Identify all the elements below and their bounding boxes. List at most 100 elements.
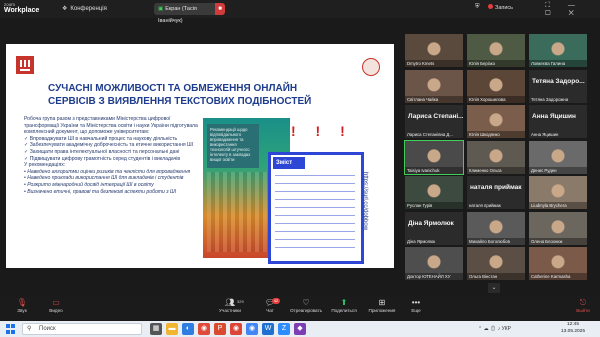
camera-off-icon: ▭ (52, 298, 60, 307)
clock-date: 13.05.2025 (560, 328, 585, 334)
audio-label: Звук (17, 308, 27, 313)
share-button[interactable]: ⬆ Поделиться (326, 298, 362, 313)
zoom-app-window: zoom Workplace ❖ Конференція ▣ Екран (Тасі… (0, 0, 600, 337)
participant-name: Ольга Вінстан (469, 274, 498, 279)
participant-tile[interactable]: Юлія Шкодянко (467, 105, 525, 138)
powerpoint-icon[interactable]: P (214, 323, 226, 335)
exclamation-marks: ! ! ! (291, 123, 353, 139)
participant-tile[interactable]: Діна Ярмолюк Діна Ярмолюк (405, 211, 463, 245)
record-indicator[interactable]: Запись (488, 3, 513, 14)
participant-tile[interactable]: Catherine Karmasha (529, 247, 587, 280)
chat-icon: 💬︎ (264, 298, 276, 307)
recommendation-item: • Наведено алгоритми оцінки ризиків та ч… (24, 168, 191, 175)
slide-bullet: ✓ Забезпечувати академічну доброчесність… (24, 142, 194, 149)
participant-tile[interactable]: Михайло Боголюбов (467, 211, 525, 245)
toc-title: Зміст (273, 157, 305, 169)
screen-share-indicator[interactable]: ▣ Екран (Тасія Іванійчук) ■ (154, 3, 225, 24)
participant-tile[interactable]: Доктор ЮТЕНАЙЛ ХУ (405, 247, 463, 280)
record-dot-icon (488, 4, 493, 9)
shield-icon[interactable]: ⛨ (475, 4, 480, 11)
task-view-icon[interactable]: ▦ (150, 323, 162, 335)
tray-icons: ⌃ ☁ 🔋︎ ♪ (478, 326, 502, 332)
toc-line (275, 175, 355, 176)
participant-tile[interactable]: Анна Яцишин Анна Яцишин (529, 105, 587, 138)
document-cover-text: Рекомендації щодо відповідального впрова… (207, 124, 259, 168)
react-label: Отреагировать (289, 308, 323, 313)
share-screen-icon: ▣ (158, 6, 164, 12)
chat-button[interactable]: 💬︎ Чат 42 (252, 298, 288, 313)
participant-tile[interactable]: наталя приймак наталя приймак (467, 176, 525, 209)
stop-share-icon[interactable]: ■ (215, 3, 225, 15)
participants-count: 329 (237, 299, 244, 304)
word-icon[interactable]: W (262, 323, 274, 335)
table-of-contents-image: Зміст (268, 152, 364, 264)
system-clock[interactable]: 12:45 13.05.2025 (558, 322, 588, 335)
chrome-icon[interactable]: ◉ (198, 323, 210, 335)
participant-tile[interactable]: Юлія Берізко (467, 34, 525, 67)
chrome-second-icon[interactable]: ◉ (246, 323, 258, 335)
apps-icon: ⊞ (378, 298, 386, 307)
participant-display-name: наталя приймак (470, 184, 522, 191)
react-button[interactable]: ♡ Отреагировать (288, 298, 324, 313)
recommendation-item: • Розкрито міжнародний досвід інтеграції… (24, 181, 154, 188)
participant-display-name: Анна Яцишин (532, 113, 576, 120)
participant-display-name: Діна Ярмолюк (408, 219, 454, 227)
participant-tile[interactable]: Світлана Чайка (405, 69, 463, 103)
slide-body-text: Робоча група разом з представниками Міні… (24, 116, 204, 195)
windows-start-icon[interactable] (6, 324, 16, 334)
participant-tile[interactable]: Dmytro Kmets (405, 34, 463, 67)
chrome-profile-icon[interactable]: ◉ (230, 323, 242, 335)
language-indicator[interactable]: УКР (502, 326, 511, 332)
participant-tile[interactable]: Денис Руден (529, 140, 587, 174)
system-tray[interactable]: ⌃ ☁ 🔋︎ ♪ УКР (478, 323, 511, 335)
toc-line (275, 207, 355, 208)
participant-name: Dmytro Kmets (407, 61, 435, 66)
taskbar-search-input[interactable]: ⚲ Поиск (22, 323, 142, 335)
participant-name: Денис Руден (531, 167, 557, 173)
participant-tile[interactable]: Ловкеєва Галина (529, 34, 587, 67)
conference-label: Конференція (70, 6, 107, 12)
app-icon[interactable]: ◆ (294, 323, 306, 335)
zoom-taskbar-icon[interactable]: Z (278, 323, 290, 335)
video-button[interactable]: ▭ Видео (38, 298, 74, 313)
search-placeholder: Поиск (39, 326, 56, 332)
audio-button[interactable]: 🎙︎ Звук (4, 298, 40, 313)
participant-name: Олена Блохнюк (531, 238, 563, 244)
participant-tile[interactable]: Тетяна Задоро... Тетяна Задорожна (529, 69, 587, 103)
participant-tile[interactable]: Клименко Ольга (467, 140, 525, 174)
participant-tile[interactable]: Liudmyla Brychera (529, 176, 587, 209)
chevron-down-icon[interactable]: ⌄ (488, 283, 500, 293)
participant-tile[interactable]: Руслан Гурів (405, 176, 463, 209)
vertical-link: https://surl.cc/dobbow (362, 172, 368, 231)
paw-icon: ❖ (62, 6, 68, 12)
conference-tab[interactable]: ❖ Конференція (62, 5, 107, 12)
record-label: Запись (495, 5, 514, 11)
apps-button[interactable]: ⊞ Приложения (364, 298, 400, 313)
leave-button[interactable]: ⎋ Выйти (570, 298, 596, 313)
chat-label: Чат (266, 308, 274, 313)
participant-tile[interactable]: Олена Блохнюк (529, 211, 587, 245)
participant-name: Доктор ЮТЕНАЙЛ ХУ (407, 274, 451, 279)
participants-button[interactable]: 👥︎ Участники 329 (212, 298, 248, 313)
participant-name: Taisiya Ivanichuk (407, 167, 440, 173)
toc-line (275, 223, 355, 224)
participants-gallery: Dmytro Kmets Юлія Берізко Ловкеєва Галина С… (404, 34, 590, 283)
slide-bullet: ✓ Захищати права інтелектуальної власнос… (24, 148, 180, 155)
participant-tile[interactable]: Лариса Степані... Лариса Степанівна Д... (405, 105, 463, 138)
slide-bullet: ✓ Підвищувати цифрову грамотність серед … (24, 155, 181, 162)
file-explorer-icon[interactable]: ▬ (166, 323, 178, 335)
participant-name: Світлана Чайка (407, 96, 439, 102)
chat-badge: 42 (272, 298, 280, 304)
window-controls[interactable]: ⛶ — ▢ ✕ (545, 2, 600, 18)
toc-line (275, 215, 355, 216)
edge-browser-icon[interactable]: ◐ (182, 323, 194, 335)
participant-tile[interactable]: Ольга Вінстан (467, 247, 525, 280)
participant-name: наталя приймак (469, 203, 501, 208)
participant-name: Руслан Гурів (407, 203, 433, 208)
participant-name: Юлія Шкодянко (469, 132, 500, 137)
share-label: Поделиться (331, 308, 357, 313)
more-button[interactable]: ••• Еще (398, 298, 434, 313)
participant-tile[interactable]: Юлія Хорошилова (467, 69, 525, 103)
participant-tile[interactable]: Taisiya Ivanichuk (404, 139, 464, 175)
participant-name: Анна Яцишин (531, 132, 559, 137)
